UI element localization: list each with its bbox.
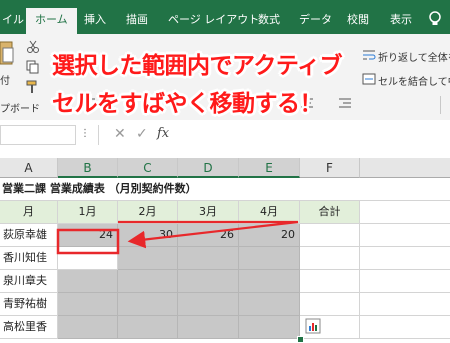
fill-handle[interactable] — [297, 336, 304, 343]
caption-line-1: 選択した範囲内でアクティブ — [52, 53, 342, 79]
annotation-arrow — [118, 220, 299, 249]
active-cell-highlight — [56, 228, 120, 255]
caption-line-2: セルをすばやく移動する！ — [52, 91, 323, 117]
